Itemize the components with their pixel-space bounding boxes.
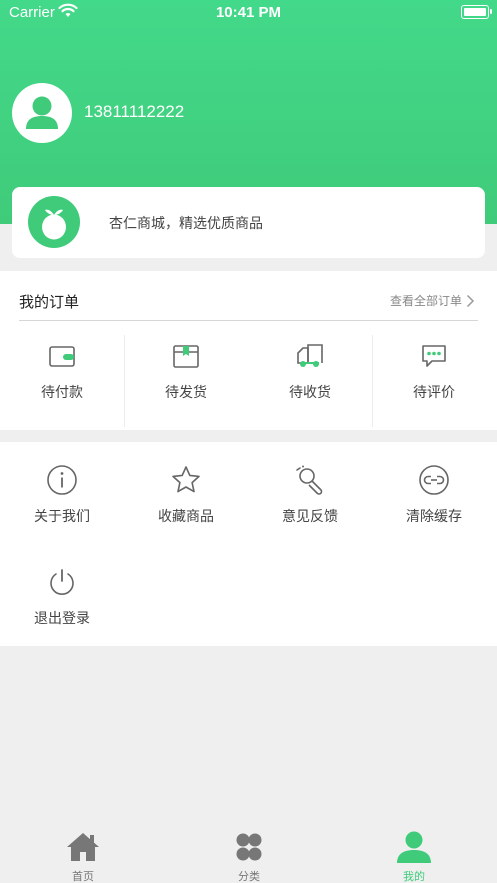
tab-label: 首页 (72, 870, 94, 883)
tools-section: 关于我们 收藏商品 意见反馈 清除缓存 退出登录 (0, 442, 497, 646)
tool-label: 清除缓存 (406, 509, 462, 525)
fruit-icon (42, 209, 66, 240)
tab-label: 我的 (403, 870, 425, 883)
chevron-right-icon (466, 294, 475, 307)
order-label: 待评价 (413, 385, 455, 401)
order-pending-shipment[interactable]: 待发货 (124, 333, 248, 427)
tool-label: 退出登录 (34, 611, 90, 627)
view-all-orders-link[interactable]: 查看全部订单 (390, 292, 475, 309)
order-pending-receipt[interactable]: 待收货 (248, 333, 372, 427)
user-icon (397, 831, 431, 863)
tab-category[interactable]: 分类 (166, 820, 332, 883)
tool-label: 收藏商品 (158, 509, 214, 525)
orders-title: 我的订单 (19, 293, 80, 311)
feedback-button[interactable]: 意见反馈 (248, 442, 372, 532)
clear-cache-button[interactable]: 清除缓存 (372, 442, 496, 532)
wallet-icon (49, 346, 75, 367)
about-us-button[interactable]: 关于我们 (0, 442, 124, 532)
battery-icon (461, 5, 492, 19)
tab-mine[interactable]: 我的 (331, 820, 497, 883)
info-icon (47, 465, 77, 495)
shop-logo (28, 196, 80, 248)
star-icon (172, 466, 200, 493)
truck-icon (297, 344, 323, 367)
power-icon (50, 569, 74, 595)
tool-label: 意见反馈 (282, 509, 338, 525)
tab-bar: 首页 分类 我的 (0, 820, 497, 883)
divider (19, 320, 478, 321)
home-icon (67, 833, 99, 861)
order-label: 待收货 (289, 385, 331, 401)
package-icon (173, 345, 199, 368)
tool-label: 关于我们 (34, 509, 90, 525)
category-icon (236, 833, 262, 861)
feedback-icon (296, 465, 323, 495)
clock: 10:41 PM (215, 4, 282, 21)
avatar[interactable] (12, 83, 72, 143)
user-phone: 13811112222 (84, 102, 185, 121)
shop-slogan: 杏仁商城，精选优质商品 (109, 216, 263, 232)
clear-cache-icon (419, 465, 449, 495)
comment-icon (422, 345, 446, 367)
order-pending-review[interactable]: 待评价 (372, 333, 496, 427)
favorites-button[interactable]: 收藏商品 (124, 442, 248, 532)
tab-label: 分类 (238, 870, 260, 883)
status-bar: Carrier 10:41 PM (0, 0, 497, 26)
shop-banner[interactable]: 杏仁商城，精选优质商品 (12, 187, 485, 258)
order-pending-payment[interactable]: 待付款 (0, 333, 124, 427)
view-all-orders-label: 查看全部订单 (389, 294, 462, 308)
user-avatar-icon (26, 96, 58, 129)
order-label: 待付款 (41, 385, 83, 401)
orders-section: 我的订单 查看全部订单 待付款 待发货 待收货 待评价 (0, 271, 497, 430)
order-label: 待发货 (165, 385, 207, 401)
tab-home[interactable]: 首页 (0, 820, 166, 883)
logout-button[interactable]: 退出登录 (0, 544, 124, 634)
